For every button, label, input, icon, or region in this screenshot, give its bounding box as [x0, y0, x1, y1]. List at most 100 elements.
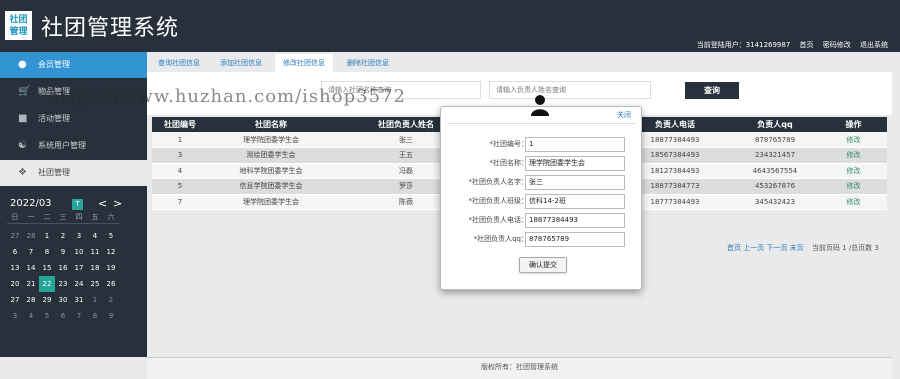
tab-query-club[interactable]: 查询社团信息	[150, 54, 208, 72]
footer: 版权所有：社团管理系统	[147, 357, 892, 379]
form-row: *社团名称： 理学院团委学生会	[441, 156, 643, 172]
form-row: *社团负责人名字： 张三	[441, 175, 643, 191]
calendar-day[interactable]: 4	[23, 308, 39, 324]
calendar-day[interactable]: 5	[103, 228, 119, 244]
logout-link[interactable]: 退出系统	[860, 41, 888, 49]
cart-icon: 🛒	[18, 86, 31, 97]
calendar-day[interactable]: 6	[7, 244, 23, 260]
club-name-search-input[interactable]: 请输入社团名称查询	[321, 81, 481, 99]
dialog-close-link[interactable]: 关闭	[617, 110, 631, 120]
calendar-day[interactable]: 17	[71, 260, 87, 276]
calendar-day[interactable]: 24	[71, 276, 87, 292]
col-header-action: 操作	[820, 117, 887, 132]
calendar-day[interactable]: 14	[23, 260, 39, 276]
pagination-links[interactable]: 首页 上一页 下一页 末页	[727, 244, 804, 252]
confirm-submit-button[interactable]: 确认提交	[519, 257, 567, 273]
calendar-day[interactable]: 9	[103, 308, 119, 324]
tab-add-club[interactable]: 添加社团信息	[212, 54, 270, 72]
change-password-link[interactable]: 密码修改	[823, 41, 851, 49]
app-header: 社团 管理 社团管理系统 当前登陆用户：3141269987 首页 密码修改 退…	[0, 0, 900, 52]
calendar-day[interactable]: 31	[71, 292, 87, 308]
edit-link[interactable]: 修改	[820, 194, 887, 210]
calendar-day[interactable]: 5	[39, 308, 55, 324]
calendar-day[interactable]: 4	[87, 228, 103, 244]
edit-link[interactable]: 修改	[820, 163, 887, 179]
calendar-day[interactable]: 1	[39, 228, 55, 244]
form-row: *社团负责人qq： 878765789	[441, 232, 643, 248]
cell-id: 1	[152, 132, 208, 148]
calendar-widget: 2022/03 T < > 日一二三四五六 27 28 1 2 3 4 5 6 7 8 9 10 11 1…	[4, 197, 144, 320]
calendar-day[interactable]: 22	[39, 276, 55, 292]
form-row: *社团负责人电话： 18877384493	[441, 213, 643, 229]
tab-edit-club[interactable]: 修改社团信息	[275, 54, 333, 72]
calendar-weekdays: 日一二三四五六	[4, 212, 144, 222]
form-label: *社团编号：	[489, 140, 529, 148]
form-input[interactable]: 18877384493	[525, 213, 625, 228]
calendar-day[interactable]: 15	[39, 260, 55, 276]
cell-id: 3	[152, 147, 208, 164]
sidebar-item-goods[interactable]: 🛒 物品管理	[0, 79, 147, 105]
sidebar-item-members[interactable]: ● 会员管理	[0, 52, 147, 78]
calendar-day[interactable]: 29	[39, 292, 55, 308]
calendar-day[interactable]: 2	[103, 292, 119, 308]
calendar-day[interactable]: 2	[55, 228, 71, 244]
calendar-day[interactable]: 3	[71, 228, 87, 244]
calendar-day[interactable]: 28	[23, 228, 39, 244]
sidebar-item-label: 物品管理	[38, 87, 70, 96]
dialog-divider	[447, 123, 635, 124]
calendar-day[interactable]: 3	[7, 308, 23, 324]
search-button[interactable]: 查询	[685, 82, 739, 99]
calendar-day[interactable]: 18	[87, 260, 103, 276]
calendar-day[interactable]: 19	[103, 260, 119, 276]
calendar-day[interactable]: 8	[39, 244, 55, 260]
calendar-weekday: 三	[59, 213, 67, 221]
sidebar-item-label: 活动管理	[38, 114, 70, 123]
calendar-next-button[interactable]: >	[113, 197, 122, 210]
compass-icon: ❖	[18, 167, 27, 178]
form-input[interactable]: 理学院团委学生会	[525, 156, 625, 171]
calendar-day[interactable]: 12	[103, 244, 119, 260]
calendar-day[interactable]: 1	[87, 292, 103, 308]
home-link[interactable]: 首页	[800, 41, 814, 49]
calendar-day[interactable]: 16	[55, 260, 71, 276]
calendar-day[interactable]: 8	[87, 308, 103, 324]
form-input[interactable]: 1	[525, 137, 625, 152]
edit-link[interactable]: 修改	[820, 147, 887, 164]
sidebar-item-activities[interactable]: ■ 活动管理	[0, 106, 147, 132]
calendar-day[interactable]: 9	[55, 244, 71, 260]
calendar-day[interactable]: 26	[103, 276, 119, 292]
calendar-day[interactable]: 25	[87, 276, 103, 292]
cell-name: 测绘团委学生会	[208, 147, 334, 164]
calendar-today-button[interactable]: T	[72, 199, 83, 210]
calendar-day[interactable]: 7	[71, 308, 87, 324]
calendar-prev-button[interactable]: <	[98, 197, 107, 210]
edit-link[interactable]: 修改	[820, 132, 887, 148]
form-input[interactable]: 张三	[525, 175, 625, 190]
col-header-name: 社团名称	[208, 117, 334, 132]
calendar-day[interactable]: 23	[55, 276, 71, 292]
calendar-day[interactable]: 28	[23, 292, 39, 308]
calendar-day[interactable]: 30	[55, 292, 71, 308]
calendar-day[interactable]: 20	[7, 276, 23, 292]
calendar-day[interactable]: 6	[55, 308, 71, 324]
form-input[interactable]: 信科14-2班	[525, 194, 625, 209]
tab-delete-club[interactable]: 删除社团信息	[339, 54, 397, 72]
calendar-day[interactable]: 10	[71, 244, 87, 260]
sidebar-item-clubs[interactable]: ❖ 社团管理	[0, 160, 147, 186]
cell-qq: 345432423	[730, 194, 820, 210]
leader-name-search-input[interactable]: 请输入负责人姓名查询	[489, 81, 651, 99]
cell-name: 理学院团委学生会	[208, 132, 334, 148]
col-header-qq: 负责人qq	[730, 117, 820, 132]
calendar-day[interactable]: 21	[23, 276, 39, 292]
header-user-bar: 当前登陆用户：3141269987 首页 密码修改 退出系统	[697, 40, 888, 50]
calendar-day[interactable]: 27	[7, 292, 23, 308]
calendar-day[interactable]: 11	[87, 244, 103, 260]
cell-id: 4	[152, 163, 208, 179]
edit-link[interactable]: 修改	[820, 178, 887, 195]
calendar-day[interactable]: 13	[7, 260, 23, 276]
calendar-day[interactable]: 27	[7, 228, 23, 244]
calendar-day[interactable]: 7	[23, 244, 39, 260]
calendar-weekday: 二	[43, 213, 51, 221]
form-input[interactable]: 878765789	[525, 232, 625, 247]
sidebar-item-system-users[interactable]: ☯ 系统用户管理	[0, 133, 147, 159]
